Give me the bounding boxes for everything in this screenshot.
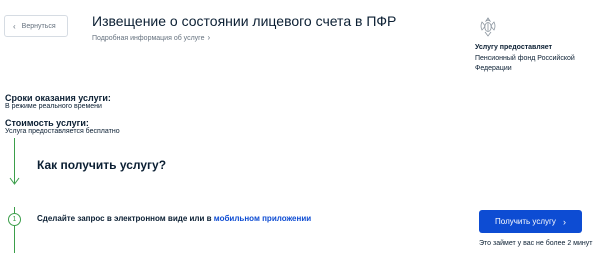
step-line-bottom xyxy=(14,226,15,253)
details-link-label: Подробная информация об услуге xyxy=(92,35,205,42)
step-instruction-text: Сделайте запрос в электронном виде или в xyxy=(37,214,212,223)
russian-coat-of-arms-icon xyxy=(480,17,496,37)
cost-label: Стоимость услуги: xyxy=(5,118,89,128)
provider-name: Пенсионный фонд Российской Федерации xyxy=(475,55,575,72)
back-button-label: Вернуться xyxy=(21,22,56,30)
chevron-right-icon: › xyxy=(562,216,566,227)
how-to-get-title: Как получить услугу? xyxy=(37,158,167,172)
page-title: Извещение о состоянии лицевого счета в П… xyxy=(92,13,397,29)
chevron-right-icon: › xyxy=(207,33,211,42)
provider-caption: Услугу предоставляет xyxy=(475,44,553,51)
time-estimate-note: Это займет у вас не более 2 минут xyxy=(479,240,593,247)
timing-label: Сроки оказания услуги: xyxy=(5,93,111,103)
chevron-left-icon: ‹ xyxy=(13,21,16,31)
cost-value: Услуга предоставляется бесплатно xyxy=(5,128,120,135)
timing-value: В режиме реального времени xyxy=(5,103,102,110)
arrow-down-icon xyxy=(9,177,20,185)
back-button[interactable]: ‹ Вернуться xyxy=(4,15,68,37)
get-service-button-label: Получить услугу xyxy=(495,217,556,226)
step-number-badge: 1 xyxy=(8,213,21,226)
mobile-app-link[interactable]: мобильном приложении xyxy=(214,214,311,223)
details-link[interactable]: Подробная информация об услуге › xyxy=(92,33,210,42)
step-instruction: Сделайте запрос в электронном виде или в… xyxy=(37,214,311,223)
get-service-button[interactable]: Получить услугу › xyxy=(479,210,582,233)
